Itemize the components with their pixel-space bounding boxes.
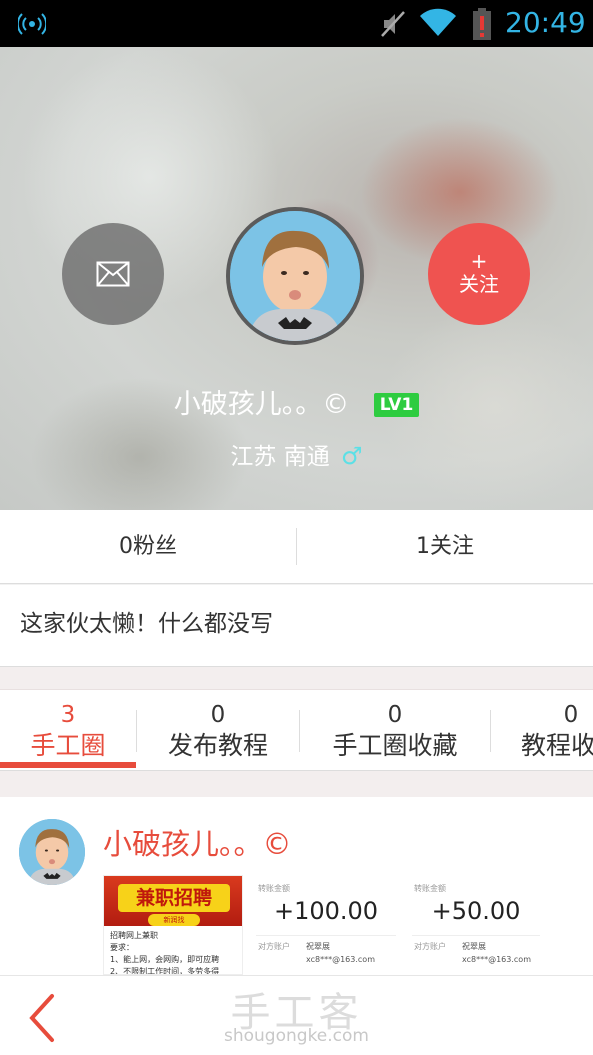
level-badge: LV1 <box>373 393 420 417</box>
receipt-label: 转账金额 <box>414 884 446 893</box>
receipt-payee: 祝翠展 <box>462 942 486 951</box>
content-tabs: 3 手工圈 0 发布教程 0 手工圈收藏 0 教程收藏 <box>0 689 593 771</box>
poster-text: 招聘网上兼职 要求： 1、能上网，会网购，即可应聘 2、不限制工作时间，多劳多得 <box>104 926 242 975</box>
wifi-icon <box>420 8 456 37</box>
receipt-label: 转账金额 <box>258 884 290 893</box>
tab-label: 手工圈收藏 <box>332 731 458 760</box>
receipt-amount: +50.00 <box>431 897 521 925</box>
location-row: 江苏 南通 ♂ <box>0 437 593 471</box>
tab-count: 0 <box>563 702 579 728</box>
tab-count: 3 <box>60 702 76 728</box>
tab-label: 手工圈 <box>30 731 106 760</box>
wireless-signal-icon <box>18 13 46 35</box>
watermark-url: shougongke.com <box>224 1026 369 1046</box>
tab-published-tutorials[interactable]: 0 发布教程 <box>137 690 299 770</box>
follow-label: 关注 <box>459 272 499 296</box>
receipt-payee: 祝翠展 <box>306 942 330 951</box>
bottom-bar: 手工客 shougongke.com <box>0 975 593 1055</box>
male-icon: ♂ <box>341 442 363 470</box>
receipt-email: xc8***@163.com <box>306 955 375 964</box>
receipt-payee-label: 对方账户 <box>414 942 446 951</box>
post-image[interactable]: 转账金额 +50.00 对方账户 祝翠展 xc8***@163.com <box>406 875 546 975</box>
tab-tutorial-favorites[interactable]: 0 教程收藏 <box>491 690 593 770</box>
poster-line: 1、能上网，会网购，即可应聘 <box>110 955 220 964</box>
feed-item[interactable]: 小破孩儿。。© 兼职招聘 新润找 招聘网上兼职 要求： 1、能上网，会网购，即可… <box>0 797 593 975</box>
poster-line: 2、不限制工作时间，多劳多得 <box>110 967 220 975</box>
avatar-image <box>230 211 360 341</box>
post-image[interactable]: 兼职招聘 新润找 招聘网上兼职 要求： 1、能上网，会网购，即可应聘 2、不限制… <box>103 875 243 975</box>
poster-headline: 兼职招聘 <box>118 884 230 912</box>
envelope-icon <box>96 261 130 287</box>
stats-bar: 0粉丝 1关注 <box>0 510 593 584</box>
location: 江苏 南通 <box>230 444 330 470</box>
spacer <box>0 771 593 797</box>
fans-count[interactable]: 0粉丝 <box>0 510 296 583</box>
tab-circle-favorites[interactable]: 0 手工圈收藏 <box>300 690 490 770</box>
spacer <box>0 667 593 689</box>
tab-label: 发布教程 <box>167 731 268 760</box>
bio: 这家伙太懒！什么都没写 <box>0 585 593 667</box>
divider <box>412 935 540 936</box>
avatar-image <box>19 819 85 885</box>
tab-count: 0 <box>387 702 403 728</box>
author-avatar[interactable] <box>19 819 85 885</box>
username-row: 小破孩儿。。© LV1 <box>0 382 593 421</box>
following-count[interactable]: 1关注 <box>297 510 593 583</box>
tab-label: 教程收藏 <box>520 731 593 760</box>
username: 小破孩儿。。© <box>173 389 350 420</box>
follow-button[interactable]: + 关注 <box>428 223 530 325</box>
post-image[interactable]: 转账金额 +100.00 对方账户 祝翠展 xc8***@163.com <box>250 875 402 975</box>
author-name[interactable]: 小破孩儿。。© <box>103 821 292 863</box>
clock: 20:49 <box>505 6 586 39</box>
plus-icon: + <box>470 249 488 273</box>
avatar[interactable] <box>226 207 364 345</box>
mute-icon <box>381 11 405 37</box>
poster-banner: 兼职招聘 新润找 <box>104 876 242 926</box>
tab-count: 0 <box>210 702 226 728</box>
active-tab-indicator <box>0 762 136 768</box>
receipt-amount: +100.00 <box>273 897 379 925</box>
divider <box>256 935 396 936</box>
profile-header: + 关注 小破孩儿。。© LV1 江苏 南通 ♂ <box>0 47 593 510</box>
poster-line: 要求： <box>110 943 134 952</box>
status-bar: 20:49 <box>0 0 593 47</box>
receipt-payee-label: 对方账户 <box>258 942 290 951</box>
poster-line: 招聘网上兼职 <box>110 931 158 940</box>
message-button[interactable] <box>62 223 164 325</box>
receipt-email: xc8***@163.com <box>462 955 531 964</box>
tab-handcraft-circle[interactable]: 3 手工圈 <box>0 690 136 770</box>
battery-low-icon <box>473 8 491 40</box>
poster-sub: 新润找 <box>148 914 200 926</box>
